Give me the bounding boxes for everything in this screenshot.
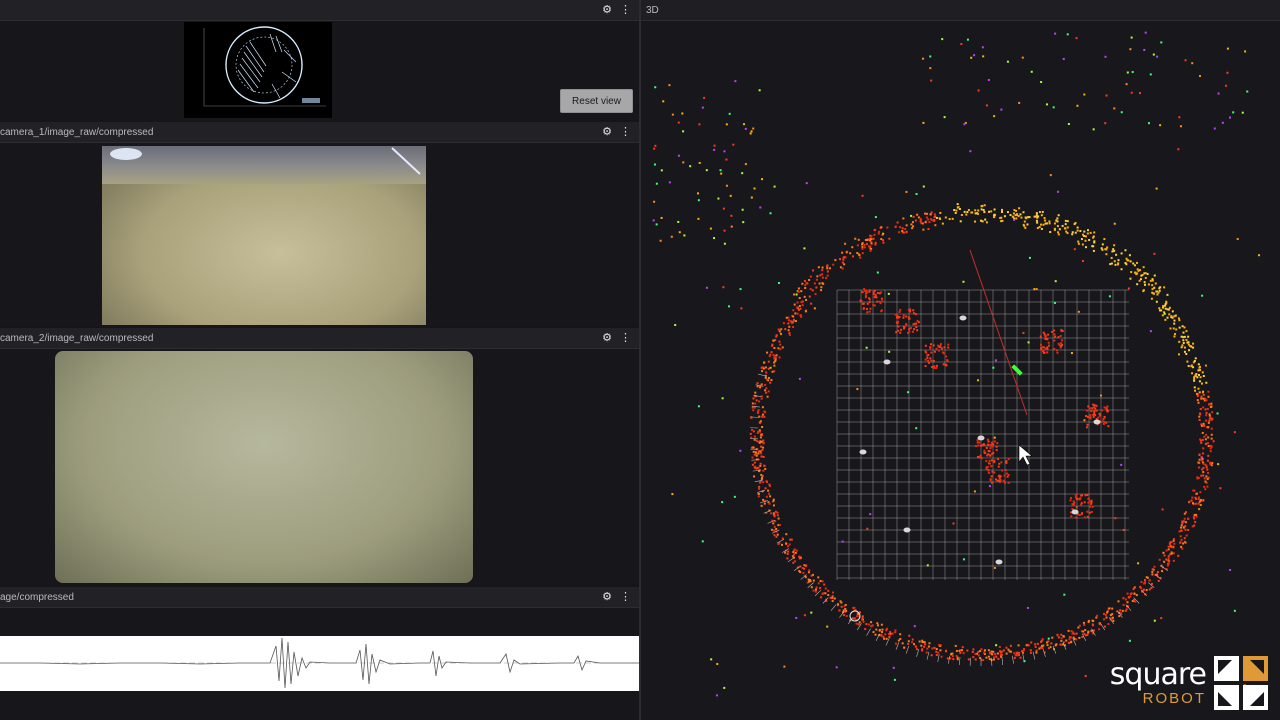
sonar-panel-title: age/compressed (0, 591, 74, 603)
3d-panel-title: 3D (646, 4, 659, 16)
camera1-panel-header: camera_1/image_raw/compressed ⚙ ⋮ (0, 122, 639, 143)
mini-polar-plot (184, 22, 332, 118)
camera2-panel-title: camera_2/image_raw/compressed (0, 332, 154, 344)
square-robot-logo-icon (1214, 656, 1268, 710)
camera2-image (55, 351, 473, 583)
camera1-panel-title: camera_1/image_raw/compressed (0, 126, 154, 138)
3d-panel-header: 3D (641, 0, 1280, 21)
camera2-panel-header: camera_2/image_raw/compressed ⚙ ⋮ (0, 328, 639, 349)
waveform-trace (0, 637, 639, 689)
logo-text-main: square (1109, 657, 1207, 692)
3d-scene-view[interactable] (641, 20, 1280, 720)
more-icon[interactable]: ⋮ (620, 328, 631, 348)
point-cloud (652, 31, 1261, 697)
gear-icon[interactable]: ⚙ (602, 328, 612, 348)
camera1-glare (110, 147, 421, 175)
sonar-panel-header: age/compressed ⚙ ⋮ (0, 587, 639, 608)
camera1-image (102, 146, 426, 325)
more-icon[interactable]: ⋮ (620, 122, 631, 142)
waveform-image (0, 636, 639, 691)
gear-icon[interactable]: ⚙ (602, 587, 612, 607)
logo: square ROBOT (1110, 654, 1270, 712)
3d-panel: 3D square ROBOT (641, 0, 1280, 720)
logo-text-sub: ROBOT (1142, 690, 1206, 707)
heading-line (969, 249, 1028, 416)
gear-icon[interactable]: ⚙ (602, 0, 612, 20)
plot-panel: ⚙ ⋮ Reset view (0, 0, 639, 120)
more-icon[interactable]: ⋮ (620, 587, 631, 607)
reset-view-button[interactable]: Reset view (560, 89, 633, 113)
ground-grid (836, 289, 1129, 580)
gear-icon[interactable]: ⚙ (602, 122, 612, 142)
plot-panel-header: ⚙ ⋮ (0, 0, 639, 21)
cursor-icon (1018, 444, 1033, 466)
more-icon[interactable]: ⋮ (620, 0, 631, 20)
